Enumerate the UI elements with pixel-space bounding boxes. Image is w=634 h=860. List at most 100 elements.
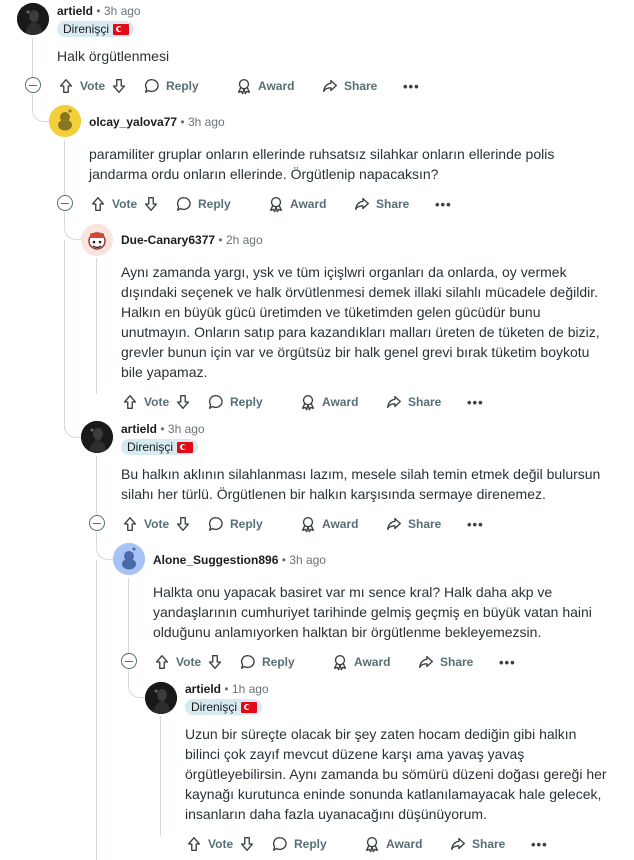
award-button[interactable]: Award [299, 515, 385, 533]
downvote-icon[interactable] [142, 195, 160, 213]
downvote-icon[interactable] [110, 77, 128, 95]
comment-bubble-icon [241, 655, 255, 669]
upvote-icon[interactable] [89, 195, 107, 213]
comment-actions: Vote Reply Award Share ••• [185, 834, 548, 854]
comment-bubble-icon [177, 197, 191, 211]
more-options-button[interactable]: ••• [499, 655, 516, 670]
vote-label: Vote [80, 79, 106, 93]
avatar[interactable] [81, 421, 113, 453]
timestamp[interactable]: 3h ago [289, 553, 326, 567]
comment-meta: olcay_yalova77 • 3h ago [89, 114, 225, 130]
share-button[interactable]: Share [385, 515, 467, 533]
share-button[interactable]: Share [321, 77, 403, 95]
meta-separator: • [224, 682, 229, 696]
dark-figure-icon [145, 682, 177, 714]
share-label: Share [408, 395, 442, 409]
avatar[interactable] [81, 224, 113, 256]
share-button[interactable]: Share [417, 653, 499, 671]
avatar[interactable] [145, 682, 177, 714]
collapse-thread-button[interactable] [121, 653, 137, 669]
avatar[interactable] [113, 543, 145, 575]
share-icon [355, 197, 369, 211]
username[interactable]: Due-Canary6377 [121, 233, 215, 247]
reply-button[interactable]: Reply [143, 77, 235, 95]
flair-label: Direnişçi [191, 700, 238, 714]
avatar[interactable] [49, 105, 81, 137]
share-label: Share [472, 837, 506, 851]
reply-button[interactable]: Reply [239, 653, 331, 671]
comment-actions: Vote Reply Award Share ••• [121, 514, 484, 534]
collapse-thread-button[interactable] [89, 515, 105, 531]
more-options-button[interactable]: ••• [467, 517, 484, 532]
username[interactable]: olcay_yalova77 [89, 115, 177, 129]
award-button[interactable]: Award [299, 393, 385, 411]
award-icon [269, 197, 283, 213]
share-icon [419, 655, 433, 669]
more-options-button[interactable]: ••• [435, 197, 452, 212]
username[interactable]: artield [185, 682, 221, 696]
reply-button[interactable]: Reply [207, 393, 299, 411]
downvote-icon[interactable] [238, 835, 256, 853]
award-label: Award [290, 197, 327, 211]
timestamp[interactable]: 3h ago [168, 422, 205, 436]
collapse-thread-button[interactable] [25, 77, 41, 93]
share-icon [387, 395, 401, 409]
vote-label: Vote [112, 197, 138, 211]
timestamp[interactable]: 1h ago [232, 682, 269, 696]
share-label: Share [344, 79, 378, 93]
collapse-thread-button[interactable] [57, 195, 73, 211]
upvote-icon[interactable] [121, 515, 139, 533]
award-button[interactable]: Award [363, 835, 449, 853]
downvote-icon[interactable] [174, 393, 192, 411]
award-icon [301, 517, 315, 533]
username[interactable]: artield [57, 4, 93, 18]
timestamp[interactable]: 2h ago [226, 233, 263, 247]
share-label: Share [376, 197, 410, 211]
more-options-button[interactable]: ••• [403, 79, 420, 94]
upvote-icon[interactable] [185, 835, 203, 853]
award-button[interactable]: Award [331, 653, 417, 671]
comment-bubble-icon [209, 395, 223, 409]
meta-separator: • [218, 233, 223, 247]
upvote-icon[interactable] [121, 393, 139, 411]
timestamp[interactable]: 3h ago [188, 115, 225, 129]
comment-body: Halk örgütlenmesi [57, 48, 170, 64]
comment-meta: artield • 1h ago [185, 681, 269, 697]
downvote-icon[interactable] [206, 653, 224, 671]
award-button[interactable]: Award [235, 77, 321, 95]
vote-group: Vote [89, 195, 175, 213]
comment-body: Halkta onu yapacak basiret var mı sence … [153, 584, 592, 640]
reply-button[interactable]: Reply [271, 835, 363, 853]
reply-button[interactable]: Reply [175, 195, 267, 213]
username[interactable]: artield [121, 422, 157, 436]
more-options-button[interactable]: ••• [467, 395, 484, 410]
upvote-icon[interactable] [57, 77, 75, 95]
vote-label: Vote [208, 837, 234, 851]
award-icon [237, 79, 251, 95]
comment-bubble-icon [209, 517, 223, 531]
comment-body: Bu halkın aklının silahlanması lazım, me… [121, 466, 601, 502]
comment-actions: Vote Reply Award Share ••• [89, 194, 452, 214]
upvote-icon[interactable] [153, 653, 171, 671]
more-options-button[interactable]: ••• [531, 837, 548, 852]
avatar[interactable] [17, 3, 49, 35]
award-label: Award [386, 837, 423, 851]
reply-button[interactable]: Reply [207, 515, 299, 533]
award-icon [365, 837, 379, 853]
turkey-flag-icon [241, 701, 258, 713]
vote-group: Vote [57, 77, 143, 95]
reply-label: Reply [230, 517, 263, 531]
share-button[interactable]: Share [353, 195, 435, 213]
vote-group: Vote [153, 653, 239, 671]
reply-label: Reply [166, 79, 199, 93]
share-icon [451, 837, 465, 851]
username[interactable]: Alone_Suggestion896 [153, 553, 278, 567]
comment-body: Uzun bir süreçte olacak bir şey zaten ho… [185, 726, 607, 822]
timestamp[interactable]: 3h ago [104, 4, 141, 18]
share-button[interactable]: Share [385, 393, 467, 411]
vote-label: Vote [144, 517, 170, 531]
share-label: Share [408, 517, 442, 531]
award-button[interactable]: Award [267, 195, 353, 213]
share-button[interactable]: Share [449, 835, 531, 853]
downvote-icon[interactable] [174, 515, 192, 533]
